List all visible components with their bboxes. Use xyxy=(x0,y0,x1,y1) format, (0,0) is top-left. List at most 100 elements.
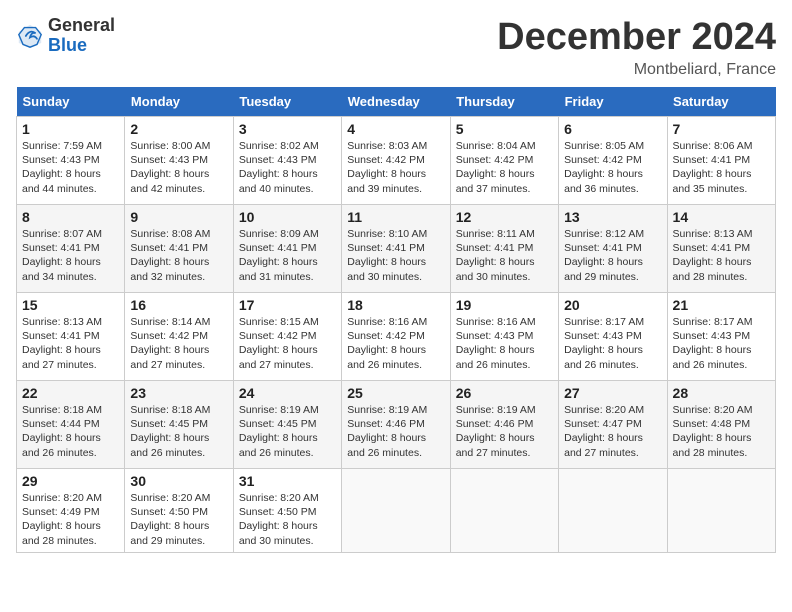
header-row: SundayMondayTuesdayWednesdayThursdayFrid… xyxy=(17,87,776,117)
week-row-4: 22 Sunrise: 8:18 AM Sunset: 4:44 PM Dayli… xyxy=(17,381,776,469)
day-info: Sunrise: 8:00 AM Sunset: 4:43 PM Dayligh… xyxy=(130,139,227,196)
day-cell: 26Sunrise: 8:19 AM Sunset: 4:46 PM Dayli… xyxy=(450,381,558,469)
day-number: 21 xyxy=(673,297,770,313)
day-info: Sunrise: 8:13 AM Sunset: 4:41 PM Dayligh… xyxy=(673,227,770,284)
day-number: 1 xyxy=(22,121,119,137)
day-info: Sunrise: 7:59 AM Sunset: 4:43 PM Dayligh… xyxy=(22,139,119,196)
day-number: 25 xyxy=(347,385,444,401)
day-number: 4 xyxy=(347,121,444,137)
day-info: Sunrise: 8:19 AM Sunset: 4:46 PM Dayligh… xyxy=(347,403,444,460)
day-info: Sunrise: 8:16 AM Sunset: 4:42 PM Dayligh… xyxy=(347,315,444,372)
day-cell: 13Sunrise: 8:12 AM Sunset: 4:41 PM Dayli… xyxy=(559,205,667,293)
day-number: 24 xyxy=(239,385,336,401)
day-cell: 17 Sunrise: 8:15 AM Sunset: 4:42 PM Dayli… xyxy=(233,293,341,381)
day-cell: 15 Sunrise: 8:13 AM Sunset: 4:41 PM Dayli… xyxy=(17,293,125,381)
day-number: 22 xyxy=(22,385,119,401)
page-container: General Blue December 2024 Montbeliard, … xyxy=(16,16,776,553)
day-cell: 19 Sunrise: 8:16 AM Sunset: 4:43 PM Dayli… xyxy=(450,293,558,381)
column-header-friday: Friday xyxy=(559,87,667,117)
day-info: Sunrise: 8:20 AM Sunset: 4:50 PM Dayligh… xyxy=(130,491,227,548)
day-cell: 2Sunrise: 8:00 AM Sunset: 4:43 PM Daylig… xyxy=(125,117,233,205)
day-info: Sunrise: 8:18 AM Sunset: 4:45 PM Dayligh… xyxy=(130,403,227,460)
day-number: 28 xyxy=(673,385,770,401)
logo-text: General Blue xyxy=(48,16,115,56)
day-cell xyxy=(559,469,667,553)
day-cell: 16Sunrise: 8:14 AM Sunset: 4:42 PM Dayli… xyxy=(125,293,233,381)
day-cell: 30Sunrise: 8:20 AM Sunset: 4:50 PM Dayli… xyxy=(125,469,233,553)
day-info: Sunrise: 8:09 AM Sunset: 4:41 PM Dayligh… xyxy=(239,227,336,284)
day-number: 19 xyxy=(456,297,553,313)
day-cell xyxy=(667,469,775,553)
week-row-5: 29Sunrise: 8:20 AM Sunset: 4:49 PM Dayli… xyxy=(17,469,776,553)
day-number: 9 xyxy=(130,209,227,225)
day-info: Sunrise: 8:17 AM Sunset: 4:43 PM Dayligh… xyxy=(564,315,661,372)
column-header-monday: Monday xyxy=(125,87,233,117)
day-cell: 5 Sunrise: 8:04 AM Sunset: 4:42 PM Daylig… xyxy=(450,117,558,205)
day-info: Sunrise: 8:20 AM Sunset: 4:49 PM Dayligh… xyxy=(22,491,119,548)
day-info: Sunrise: 8:07 AM Sunset: 4:41 PM Dayligh… xyxy=(22,227,119,284)
day-cell: 4 Sunrise: 8:03 AM Sunset: 4:42 PM Daylig… xyxy=(342,117,450,205)
day-info: Sunrise: 8:05 AM Sunset: 4:42 PM Dayligh… xyxy=(564,139,661,196)
location-subtitle: Montbeliard, France xyxy=(497,61,776,79)
day-number: 16 xyxy=(130,297,227,313)
day-info: Sunrise: 8:06 AM Sunset: 4:41 PM Dayligh… xyxy=(673,139,770,196)
week-row-2: 8 Sunrise: 8:07 AM Sunset: 4:41 PM Daylig… xyxy=(17,205,776,293)
day-cell: 28 Sunrise: 8:20 AM Sunset: 4:48 PM Dayli… xyxy=(667,381,775,469)
day-cell: 18 Sunrise: 8:16 AM Sunset: 4:42 PM Dayli… xyxy=(342,293,450,381)
day-info: Sunrise: 8:18 AM Sunset: 4:44 PM Dayligh… xyxy=(22,403,119,460)
day-info: Sunrise: 8:19 AM Sunset: 4:46 PM Dayligh… xyxy=(456,403,553,460)
day-number: 11 xyxy=(347,209,444,225)
day-number: 7 xyxy=(673,121,770,137)
day-number: 6 xyxy=(564,121,661,137)
logo: General Blue xyxy=(16,16,115,56)
column-header-wednesday: Wednesday xyxy=(342,87,450,117)
day-info: Sunrise: 8:20 AM Sunset: 4:48 PM Dayligh… xyxy=(673,403,770,460)
day-number: 8 xyxy=(22,209,119,225)
day-info: Sunrise: 8:12 AM Sunset: 4:41 PM Dayligh… xyxy=(564,227,661,284)
column-header-thursday: Thursday xyxy=(450,87,558,117)
logo-blue-text: Blue xyxy=(48,36,115,56)
column-header-saturday: Saturday xyxy=(667,87,775,117)
day-number: 17 xyxy=(239,297,336,313)
day-number: 20 xyxy=(564,297,661,313)
day-cell: 27 Sunrise: 8:20 AM Sunset: 4:47 PM Dayli… xyxy=(559,381,667,469)
day-cell: 7 Sunrise: 8:06 AM Sunset: 4:41 PM Daylig… xyxy=(667,117,775,205)
day-cell: 14 Sunrise: 8:13 AM Sunset: 4:41 PM Dayli… xyxy=(667,205,775,293)
calendar-table: SundayMondayTuesdayWednesdayThursdayFrid… xyxy=(16,87,776,553)
day-cell: 10Sunrise: 8:09 AM Sunset: 4:41 PM Dayli… xyxy=(233,205,341,293)
day-number: 5 xyxy=(456,121,553,137)
day-info: Sunrise: 8:08 AM Sunset: 4:41 PM Dayligh… xyxy=(130,227,227,284)
day-cell: 20 Sunrise: 8:17 AM Sunset: 4:43 PM Dayli… xyxy=(559,293,667,381)
day-cell: 25 Sunrise: 8:19 AM Sunset: 4:46 PM Dayli… xyxy=(342,381,450,469)
day-number: 27 xyxy=(564,385,661,401)
week-row-3: 15 Sunrise: 8:13 AM Sunset: 4:41 PM Dayli… xyxy=(17,293,776,381)
day-number: 18 xyxy=(347,297,444,313)
day-info: Sunrise: 8:13 AM Sunset: 4:41 PM Dayligh… xyxy=(22,315,119,372)
day-cell: 1 Sunrise: 7:59 AM Sunset: 4:43 PM Daylig… xyxy=(17,117,125,205)
day-info: Sunrise: 8:16 AM Sunset: 4:43 PM Dayligh… xyxy=(456,315,553,372)
day-cell: 23 Sunrise: 8:18 AM Sunset: 4:45 PM Dayli… xyxy=(125,381,233,469)
title-section: December 2024 Montbeliard, France xyxy=(497,16,776,79)
day-cell: 6 Sunrise: 8:05 AM Sunset: 4:42 PM Daylig… xyxy=(559,117,667,205)
day-info: Sunrise: 8:03 AM Sunset: 4:42 PM Dayligh… xyxy=(347,139,444,196)
day-info: Sunrise: 8:10 AM Sunset: 4:41 PM Dayligh… xyxy=(347,227,444,284)
day-number: 3 xyxy=(239,121,336,137)
day-info: Sunrise: 8:02 AM Sunset: 4:43 PM Dayligh… xyxy=(239,139,336,196)
day-number: 23 xyxy=(130,385,227,401)
logo-icon xyxy=(16,22,44,50)
day-info: Sunrise: 8:04 AM Sunset: 4:42 PM Dayligh… xyxy=(456,139,553,196)
column-header-tuesday: Tuesday xyxy=(233,87,341,117)
day-cell: 22 Sunrise: 8:18 AM Sunset: 4:44 PM Dayli… xyxy=(17,381,125,469)
day-cell: 12Sunrise: 8:11 AM Sunset: 4:41 PM Dayli… xyxy=(450,205,558,293)
day-cell: 31Sunrise: 8:20 AM Sunset: 4:50 PM Dayli… xyxy=(233,469,341,553)
day-number: 12 xyxy=(456,209,553,225)
day-info: Sunrise: 8:15 AM Sunset: 4:42 PM Dayligh… xyxy=(239,315,336,372)
header: General Blue December 2024 Montbeliard, … xyxy=(16,16,776,79)
day-cell: 21Sunrise: 8:17 AM Sunset: 4:43 PM Dayli… xyxy=(667,293,775,381)
day-cell: 9 Sunrise: 8:08 AM Sunset: 4:41 PM Daylig… xyxy=(125,205,233,293)
day-number: 15 xyxy=(22,297,119,313)
day-info: Sunrise: 8:20 AM Sunset: 4:47 PM Dayligh… xyxy=(564,403,661,460)
column-header-sunday: Sunday xyxy=(17,87,125,117)
day-number: 14 xyxy=(673,209,770,225)
day-number: 31 xyxy=(239,473,336,489)
